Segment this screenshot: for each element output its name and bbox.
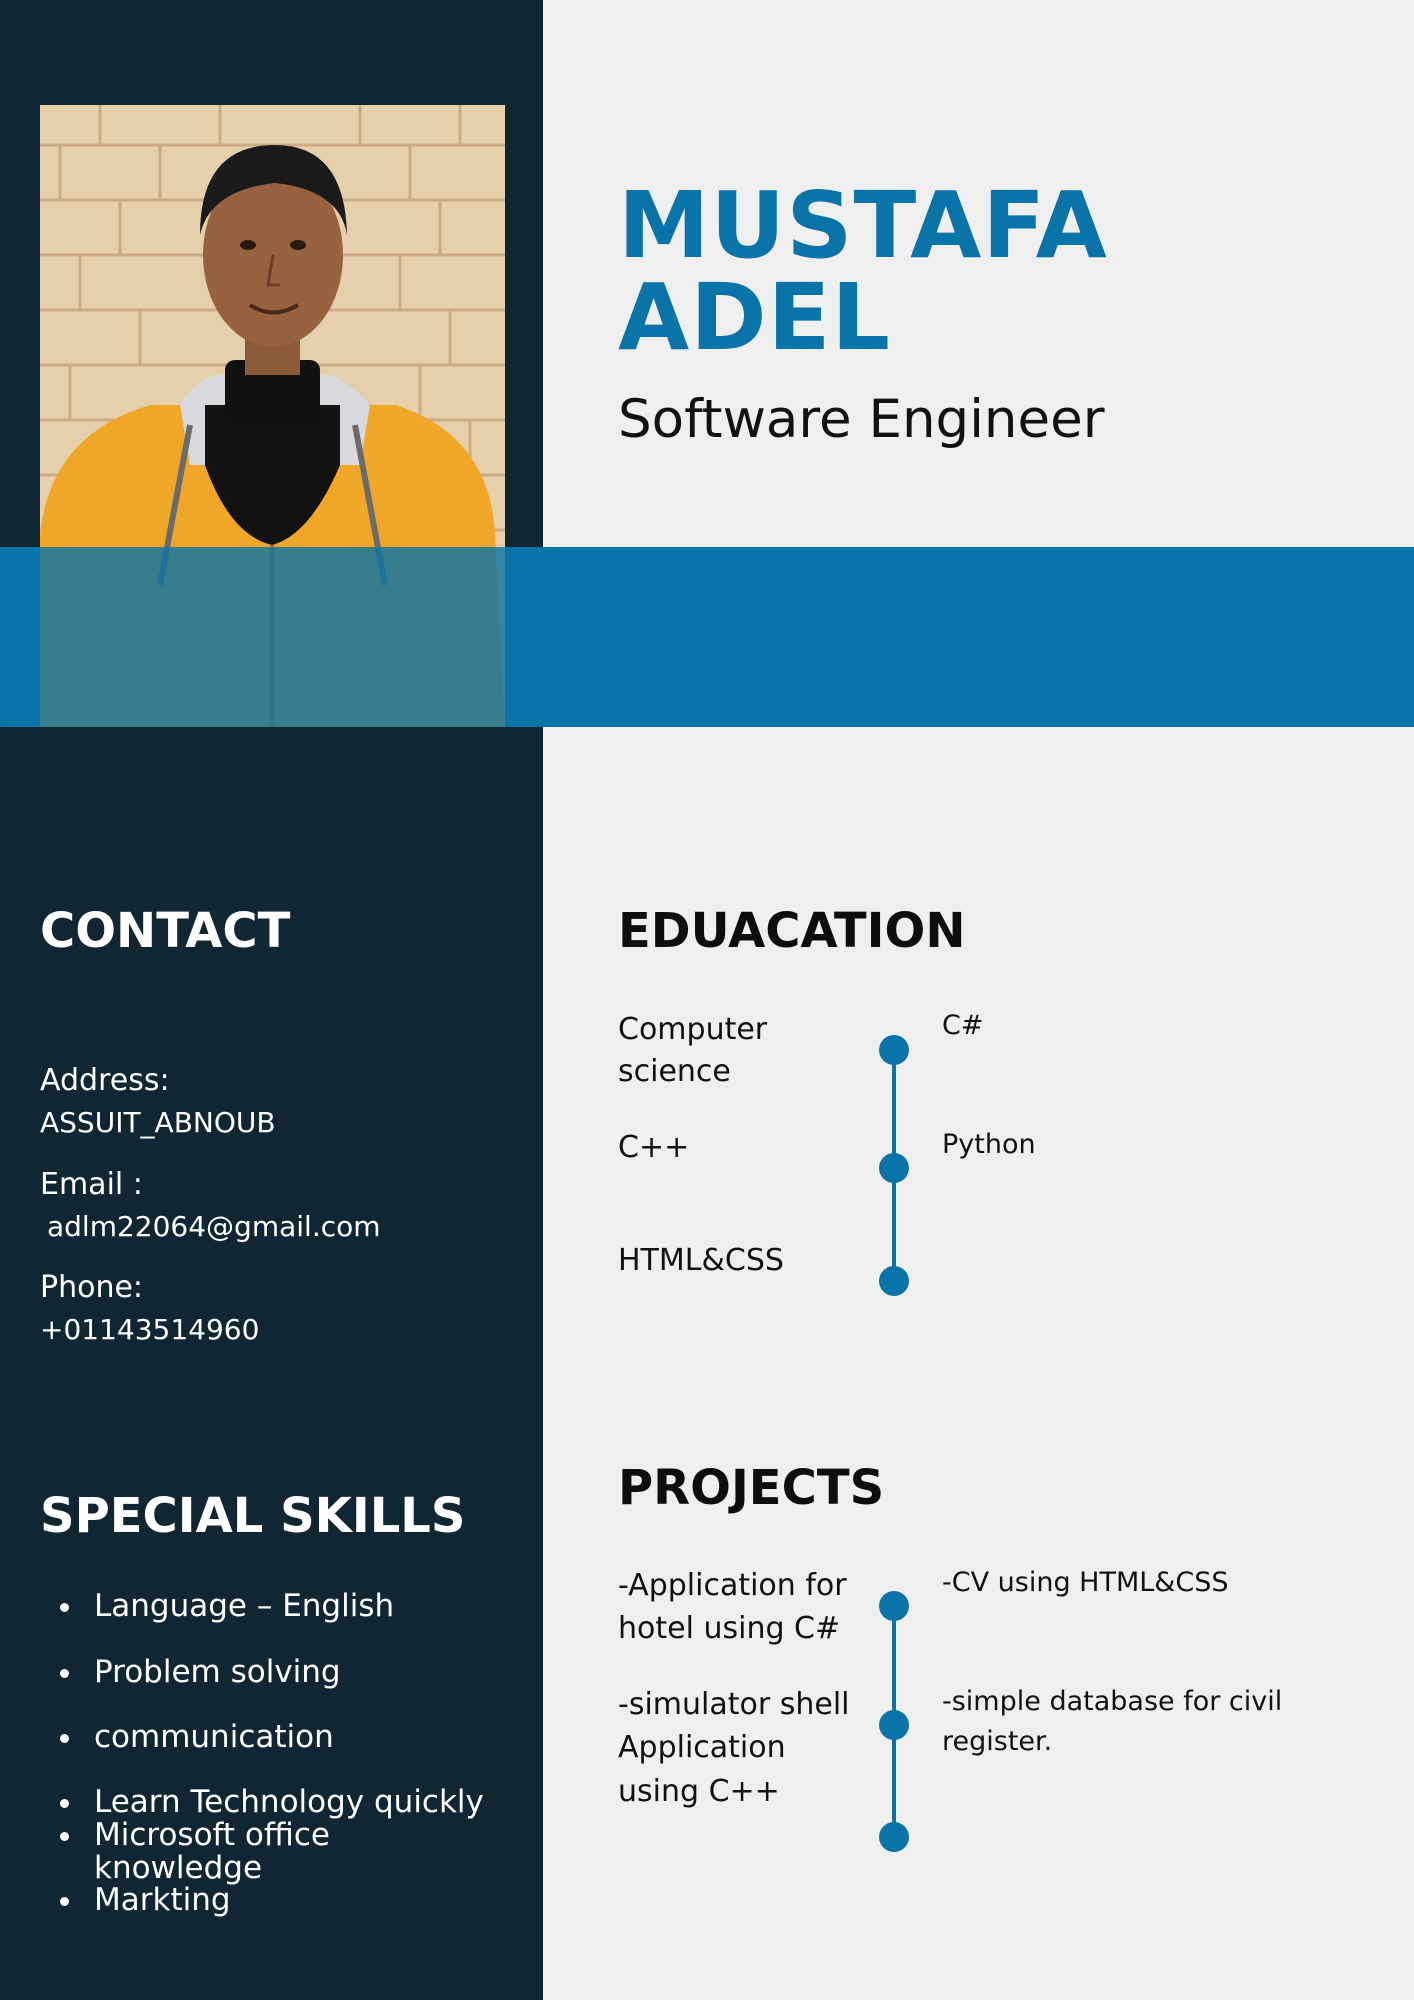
bullet-icon — [60, 1669, 69, 1678]
project-item: -simulator shell — [618, 1687, 850, 1722]
projects-heading: PROJECTS — [618, 1460, 885, 1516]
project-item: using C++ — [618, 1774, 780, 1809]
skills-heading: SPECIAL SKILLS — [40, 1488, 466, 1544]
job-title: Software Engineer — [618, 389, 1105, 450]
education-item: C# — [942, 1010, 984, 1041]
timeline-dot — [879, 1153, 909, 1183]
skill-item-continuation: knowledge — [94, 1850, 263, 1886]
bullet-icon — [60, 1799, 69, 1808]
project-item: -CV using HTML&CSS — [942, 1567, 1229, 1598]
skill-item: Markting — [40, 1884, 231, 1917]
address-label: Address: — [40, 1063, 170, 1098]
skill-item: Problem solving — [40, 1656, 341, 1689]
address-value: ASSUIT_ABNOUB — [40, 1106, 276, 1139]
education-item: C++ — [618, 1130, 690, 1165]
timeline-dot — [879, 1822, 909, 1852]
skill-item: Language – English — [40, 1590, 394, 1623]
project-item: -simple database for civil — [942, 1686, 1283, 1717]
skill-item: Learn Technology quickly — [40, 1786, 484, 1819]
project-item: hotel using C# — [618, 1611, 841, 1646]
skill-item: communication — [40, 1721, 334, 1754]
education-heading: EDUACATION — [618, 903, 966, 959]
timeline-dot — [879, 1266, 909, 1296]
education-item: Python — [942, 1129, 1036, 1160]
timeline-dot — [879, 1591, 909, 1621]
last-name: ADEL — [618, 264, 892, 371]
education-item: HTML&CSS — [618, 1243, 784, 1278]
project-item: -Application for — [618, 1568, 847, 1603]
bullet-icon — [60, 1603, 69, 1612]
bullet-icon — [60, 1832, 69, 1841]
first-name: MUSTAFA — [618, 172, 1108, 279]
full-name: MUSTAFA ADEL — [618, 180, 1108, 364]
photo-tint — [40, 547, 505, 727]
email-value[interactable]: adlm22064@gmail.com — [47, 1209, 381, 1245]
contact-heading: CONTACT — [40, 903, 291, 959]
timeline-dot — [879, 1710, 909, 1740]
phone-value: +01143514960 — [40, 1313, 260, 1346]
phone-label: Phone: — [40, 1270, 144, 1305]
project-item: register. — [942, 1726, 1053, 1757]
bullet-icon — [60, 1734, 69, 1743]
bullet-icon — [60, 1897, 69, 1906]
education-item: Computer — [618, 1012, 768, 1047]
project-item: Application — [618, 1730, 786, 1765]
profile-photo — [40, 105, 505, 727]
timeline-dot — [879, 1035, 909, 1065]
email-label: Email : — [40, 1167, 143, 1202]
skill-item: Microsoft office — [40, 1819, 330, 1852]
education-item: science — [618, 1054, 731, 1089]
